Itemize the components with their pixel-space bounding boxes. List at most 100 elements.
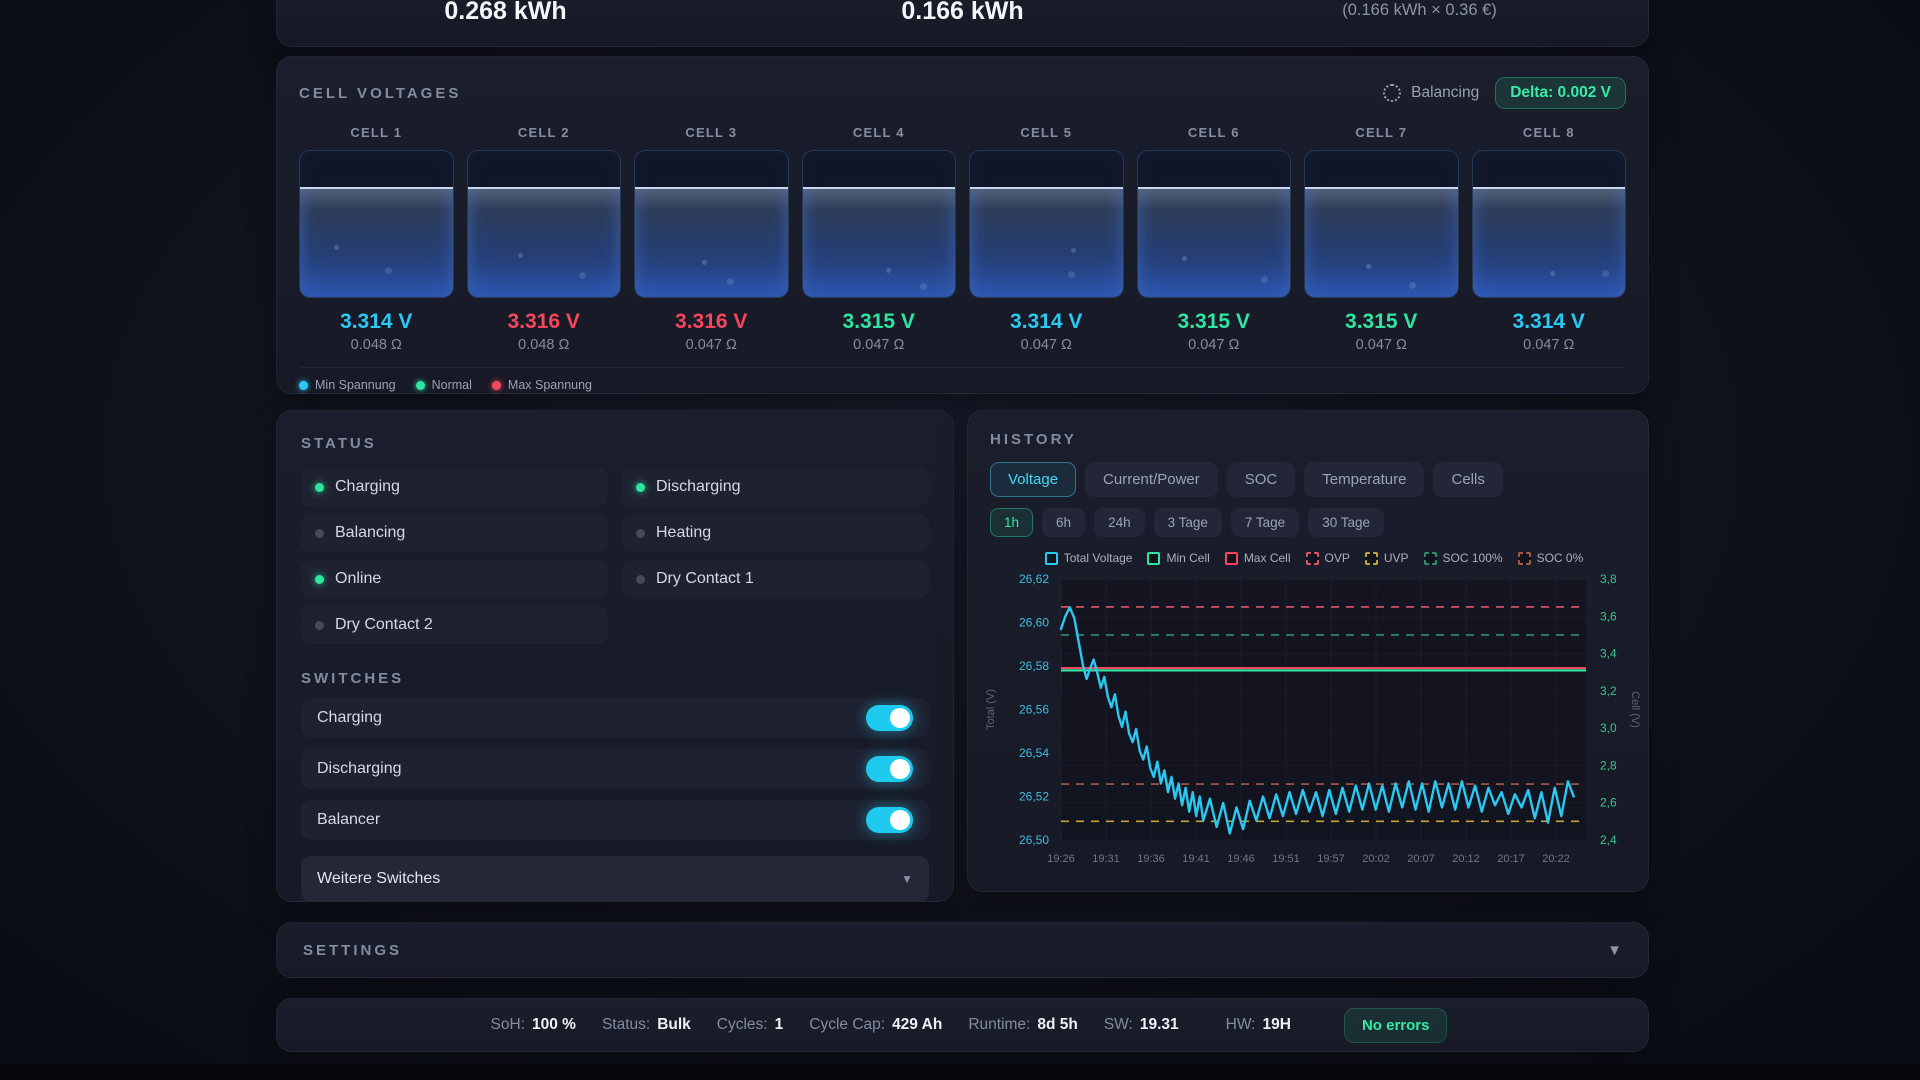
tab-cells[interactable]: Cells: [1433, 462, 1502, 497]
chart-legend-item: OVP: [1306, 551, 1350, 565]
svg-text:26,52: 26,52: [1019, 790, 1049, 804]
battery-fill-gauge: [1304, 150, 1459, 298]
range-6h[interactable]: 6h: [1042, 508, 1085, 537]
cell-voltage: 3.315 V: [1304, 310, 1459, 334]
switch-label: Discharging: [317, 760, 401, 778]
cell-label: CELL 4: [802, 125, 957, 140]
cell-voltage: 3.315 V: [1137, 310, 1292, 334]
bubble: [518, 253, 523, 258]
cell-label: CELL 6: [1137, 125, 1292, 140]
status-dot-icon: [636, 483, 645, 492]
top-stat-col-2: 0.166 kWh: [734, 0, 1191, 46]
svg-text:20:22: 20:22: [1542, 853, 1570, 865]
legend-item: Normal: [416, 378, 472, 392]
more-switches-expander[interactable]: Weitere Switches ▼: [301, 856, 929, 902]
cell-item: CELL 13.314 V0.048 Ω: [299, 125, 454, 353]
footer-stat-value: 429 Ah: [892, 1016, 942, 1033]
switch-list: ChargingDischargingBalancer: [301, 698, 929, 840]
svg-text:19:26: 19:26: [1047, 853, 1075, 865]
status-dot-icon: [315, 575, 324, 584]
chart-legend-label: SOC 100%: [1443, 551, 1503, 565]
cell-voltages-header: CELL VOLTAGES Balancing Delta: 0.002 V: [277, 57, 1648, 109]
cell-resistance: 0.047 Ω: [969, 337, 1124, 353]
battery-fill-gauge: [1137, 150, 1292, 298]
cell-resistance: 0.048 Ω: [467, 337, 622, 353]
charging-toggle[interactable]: [866, 705, 913, 731]
chart-legend-label: Total Voltage: [1064, 551, 1133, 565]
chart-legend-item: SOC 0%: [1518, 551, 1584, 565]
range-7-tage[interactable]: 7 Tage: [1231, 508, 1299, 537]
legend-swatch-icon: [1225, 552, 1238, 565]
svg-text:20:02: 20:02: [1362, 853, 1390, 865]
legend-dot-icon: [299, 381, 308, 390]
cell-item: CELL 83.314 V0.047 Ω: [1472, 125, 1627, 353]
battery-liquid: [1305, 187, 1458, 297]
tab-current-power[interactable]: Current/Power: [1085, 462, 1218, 497]
bms-dashboard-page: 0.268 kWh 0.166 kWh (0.166 kWh × 0.36 €)…: [0, 0, 1920, 1080]
status-dot-icon: [315, 621, 324, 630]
svg-text:3,2: 3,2: [1600, 684, 1617, 698]
more-switches-label: Weitere Switches: [317, 870, 440, 888]
cell-resistance: 0.047 Ω: [802, 337, 957, 353]
legend-swatch-icon: [1518, 552, 1531, 565]
svg-text:26,50: 26,50: [1019, 833, 1049, 847]
svg-text:20:07: 20:07: [1407, 853, 1435, 865]
footer-stat-value: Bulk: [657, 1016, 691, 1033]
bubble: [1550, 271, 1555, 276]
legend-label: Max Spannung: [508, 378, 592, 392]
settings-panel: SETTINGS ▼: [276, 922, 1649, 978]
balancer-toggle[interactable]: [866, 807, 913, 833]
bubble: [886, 268, 891, 273]
tab-temperature[interactable]: Temperature: [1304, 462, 1424, 497]
status-item-online: Online: [301, 560, 608, 598]
cell-item: CELL 43.315 V0.047 Ω: [802, 125, 957, 353]
bubble: [579, 272, 586, 279]
delta-badge: Delta: 0.002 V: [1495, 77, 1626, 109]
legend-dot-icon: [492, 381, 501, 390]
cell-voltage: 3.314 V: [969, 310, 1124, 334]
cell-voltages-panel: CELL VOLTAGES Balancing Delta: 0.002 V C…: [276, 56, 1649, 394]
top-stats-row: 0.268 kWh 0.166 kWh (0.166 kWh × 0.36 €): [277, 0, 1648, 46]
tab-voltage[interactable]: Voltage: [990, 462, 1076, 497]
status-item-discharging: Discharging: [622, 468, 929, 506]
footer-stat-label: Cycle Cap:: [809, 1016, 885, 1033]
discharging-toggle[interactable]: [866, 756, 913, 782]
svg-text:19:51: 19:51: [1272, 853, 1300, 865]
top-stat-value: 0.166 kWh: [734, 0, 1191, 26]
switch-label: Balancer: [317, 811, 380, 829]
battery-liquid: [1473, 187, 1626, 297]
battery-fill-gauge: [634, 150, 789, 298]
top-stat-caption: (0.166 kWh × 0.36 €): [1191, 1, 1648, 20]
cell-item: CELL 33.316 V0.047 Ω: [634, 125, 789, 353]
chart-legend-item: Total Voltage: [1045, 551, 1133, 565]
range-3-tage[interactable]: 3 Tage: [1154, 508, 1222, 537]
cell-label: CELL 2: [467, 125, 622, 140]
tab-soc[interactable]: SOC: [1227, 462, 1296, 497]
cell-resistance: 0.047 Ω: [1304, 337, 1459, 353]
cell-item: CELL 53.314 V0.047 Ω: [969, 125, 1124, 353]
svg-text:3,4: 3,4: [1600, 647, 1617, 661]
legend-swatch-icon: [1045, 552, 1058, 565]
footer-stat-value: 8d 5h: [1037, 1016, 1077, 1033]
chart-legend-label: SOC 0%: [1537, 551, 1584, 565]
status-panel: STATUS ChargingDischargingBalancingHeati…: [276, 410, 954, 902]
cell-resistance: 0.047 Ω: [1472, 337, 1627, 353]
legend-item: Min Spannung: [299, 378, 396, 392]
chart-legend-item: Min Cell: [1147, 551, 1209, 565]
bubble: [1261, 276, 1268, 283]
cell-voltages-title: CELL VOLTAGES: [299, 85, 461, 102]
legend-label: Min Spannung: [315, 378, 396, 392]
footer-stat-value: 1: [775, 1016, 784, 1033]
range-24h[interactable]: 24h: [1094, 508, 1145, 537]
status-label: Dry Contact 2: [335, 616, 433, 634]
bubble: [1071, 248, 1076, 253]
range-30-tage[interactable]: 30 Tage: [1308, 508, 1384, 537]
footer-status-bar: SoH:100 %Status:BulkCycles:1Cycle Cap:42…: [276, 998, 1649, 1052]
status-item-heating: Heating: [622, 514, 929, 552]
settings-expander[interactable]: SETTINGS ▼: [277, 923, 1648, 977]
range-1h[interactable]: 1h: [990, 508, 1033, 537]
svg-text:3,8: 3,8: [1600, 572, 1617, 586]
battery-fill-gauge: [299, 150, 454, 298]
footer-stat-label: Runtime:: [968, 1016, 1030, 1033]
svg-text:19:41: 19:41: [1182, 853, 1210, 865]
